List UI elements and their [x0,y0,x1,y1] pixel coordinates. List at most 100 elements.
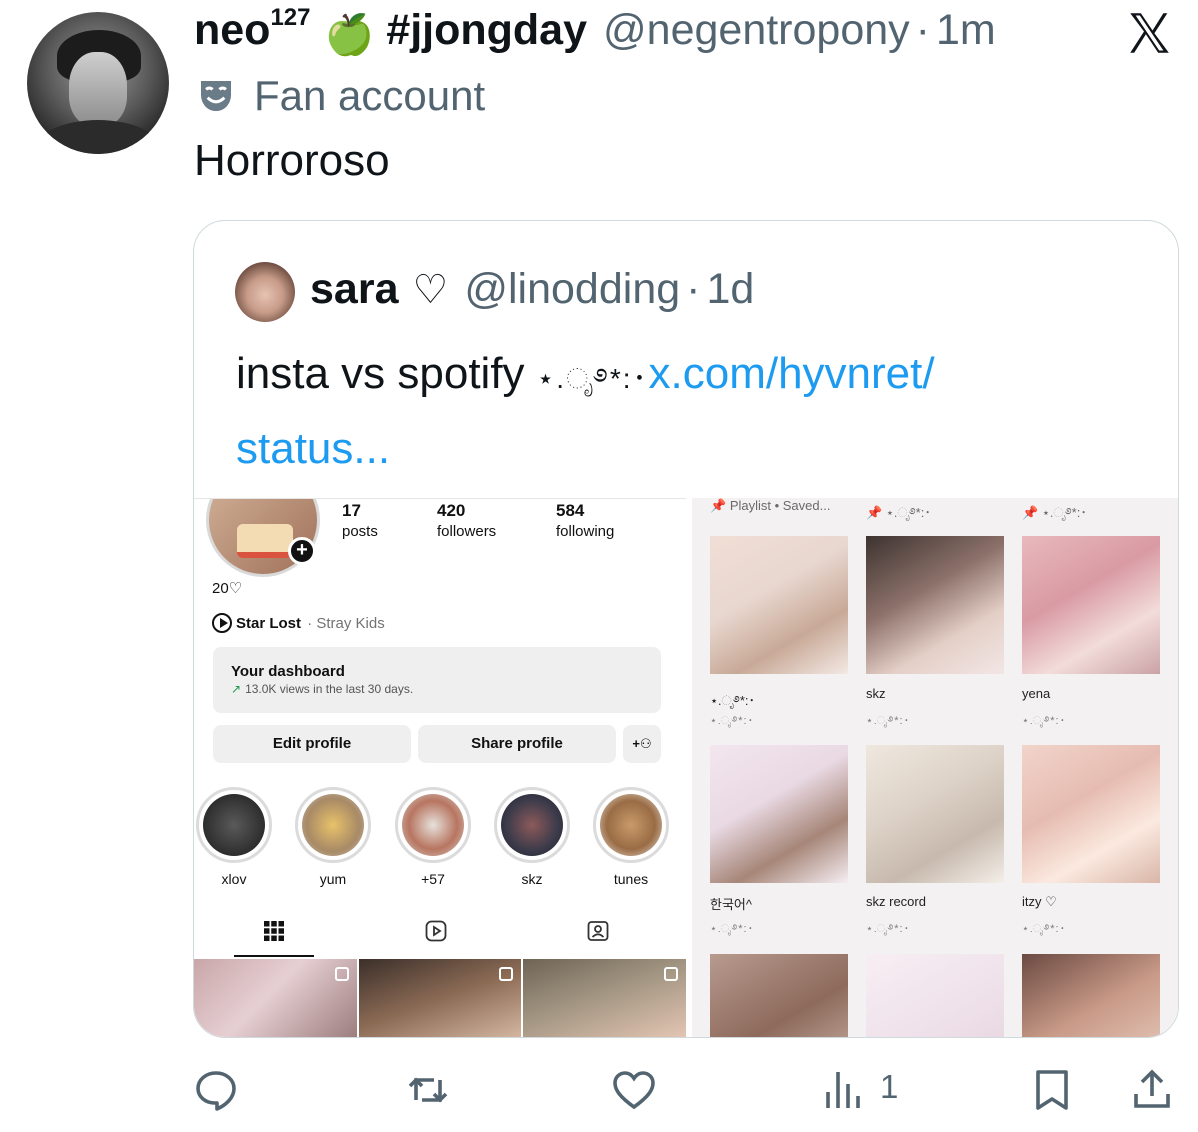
sp-playlist-cover [1022,536,1160,674]
quoted-text-body: insta vs spotify [236,349,537,398]
sp-playlist-cover [866,954,1004,1037]
bookmark-icon[interactable] [1028,1066,1076,1114]
fan-account-label[interactable]: Fan account [196,72,485,120]
sp-playlist-subtitle: ⋆.ೃ࿔*:･ [866,923,911,935]
quoted-tweet-time[interactable]: 1d [706,265,754,314]
ig-stat-following: 584 following [556,501,614,540]
sp-playlist-title: yena [1022,686,1051,701]
ig-post-grid [194,959,686,1037]
pin-icon: 📌 [710,498,727,513]
add-story-plus-icon: + [288,537,316,565]
quoted-media[interactable]: + 17 posts 420 followers 584 following 2… [194,498,1178,1037]
multi-photo-icon [664,967,679,981]
quoted-author-avatar[interactable] [235,262,295,322]
highlight-thumb [203,794,265,856]
sp-playlist-title: itzy ♡ [1022,894,1057,909]
tagged-tab-icon [587,921,609,941]
ig-dashboard-subtitle: 13.0K views in the last 30 days. [245,682,414,696]
sp-playlist-cover [1022,954,1160,1037]
sp-playlist-subtitle: ⋆.ೃ࿔*:･ [866,715,911,727]
ig-dashboard-card: Your dashboard ↗ 13.0K views in the last … [213,647,661,713]
views-count: 1 [880,1068,899,1105]
ig-following-label: following [556,523,615,540]
ig-bio: 20♡ [212,580,243,597]
sp-playlist-subtitle: ⋆.ೃ࿔*:･ [1022,715,1067,727]
ig-highlight-label: skz [521,871,543,887]
ig-following-count: 584 [556,501,585,520]
sp-playlist-cover [866,536,1004,674]
ig-song-artist: Stray Kids [316,614,385,632]
highlight-thumb [501,794,563,856]
ig-stat-followers: 420 followers [437,501,496,540]
quoted-author-handle[interactable]: @linodding [464,265,680,314]
green-apple-icon: 🍏 [324,13,375,57]
quoted-link-part1[interactable]: x.com/hyvnret/ [649,349,935,398]
ig-post-thumb [358,959,522,1037]
author-handle[interactable]: @negentropony [603,6,910,55]
reply-icon[interactable] [192,1066,240,1114]
sp-playlist-cover [1022,745,1160,883]
ig-dashboard-title: Your dashboard [231,663,345,680]
sp-playlist-subtitle: ⋆.ೃ࿔*:･ [710,923,755,935]
fan-account-text: Fan account [254,72,486,119]
tweet-time[interactable]: 1m [936,6,996,55]
author-avatar[interactable] [27,12,169,154]
quoted-author-name[interactable]: sara [310,265,398,314]
sandwich-image [237,524,293,558]
author-display-name[interactable]: neo127 [194,3,311,55]
sp-playlist-title: skz [866,686,886,701]
multi-photo-icon [499,967,514,981]
display-name-hashtag: #jjongday [386,6,588,54]
sp-playlist-title: 한국어^ [710,897,752,912]
share-icon[interactable] [1128,1066,1176,1114]
quoted-link-part2[interactable]: status... [236,424,390,473]
display-name-text: neo [194,6,271,54]
quoted-tweet-card[interactable]: sara ♡ @linodding · 1d insta vs spotify … [193,220,1179,1038]
ig-song-separator: · [307,614,313,632]
sparkle-decoration: ⋆.ೃ࿔*:･ [536,363,649,394]
ig-highlight: yum [295,787,371,887]
like-heart-icon[interactable] [610,1066,658,1114]
views-chart-icon[interactable] [820,1066,868,1114]
sp-playlist-subtitle: ⋆.ೃ࿔*:･ [1022,923,1067,935]
repost-icon[interactable] [404,1066,452,1114]
ig-share-profile-button: Share profile [418,725,616,763]
play-circle-icon [212,613,232,633]
tweet-header: neo127 🍏 #jjongday @negentropony · 1m [194,3,996,62]
reels-tab-icon [425,920,447,942]
ig-highlight: +57 [395,787,471,887]
ig-add-person-button: +⚇ [623,725,661,763]
sp-playlist-title: skz record [866,894,926,909]
ig-highlight: tunes [593,787,669,887]
x-logo-icon[interactable] [1124,8,1174,58]
sp-playlist-cover [710,745,848,883]
display-name-superscript: 127 [270,3,311,31]
instagram-screenshot[interactable]: + 17 posts 420 followers 584 following 2… [194,498,686,1037]
sp-playlist-cover [866,745,1004,883]
ig-highlight-label: yum [319,871,347,887]
ig-followers-label: followers [437,523,497,540]
quoted-tweet-text: insta vs spotify ⋆.ೃ࿔*:･x.com/hyvnret/ s… [236,339,1136,484]
heart-outline-icon: ♡ [412,268,449,312]
ig-profile-song: Star Lost · Stray Kids [212,613,385,633]
sp-top-label: 📌 Playlist • Saved... [710,498,830,514]
tweet-action-bar: 1 [0,1058,1198,1128]
pin-icon: 📌 [866,505,883,520]
sp-top-label-text: Playlist • Saved... [729,498,831,513]
separator-dot: · [915,6,930,54]
ig-followers-count: 420 [437,501,466,520]
mask-icon [201,81,231,111]
ig-highlight-label: +57 [421,871,445,887]
sp-top-label: 📌 ⋆.ೃ࿔*:･ [1022,498,1087,535]
ig-stat-posts: 17 posts [342,501,378,540]
sp-top-label-text: ⋆.ೃ࿔*:･ [885,505,931,520]
ig-highlight: skz [494,787,570,887]
sp-top-label: 📌 ⋆.ೃ࿔*:･ [866,498,931,535]
sp-top-label-text: ⋆.ೃ࿔*:･ [1041,505,1087,520]
ig-edit-profile-button: Edit profile [213,725,411,763]
separator-dot: · [686,265,701,313]
grid-tab-icon [264,921,284,941]
avatar-face [69,52,127,126]
sp-playlist-cover [710,536,848,674]
spotify-screenshot[interactable]: 📌 Playlist • Saved... 📌 ⋆.ೃ࿔*:･ 📌 ⋆.ೃ࿔*:… [692,498,1178,1037]
